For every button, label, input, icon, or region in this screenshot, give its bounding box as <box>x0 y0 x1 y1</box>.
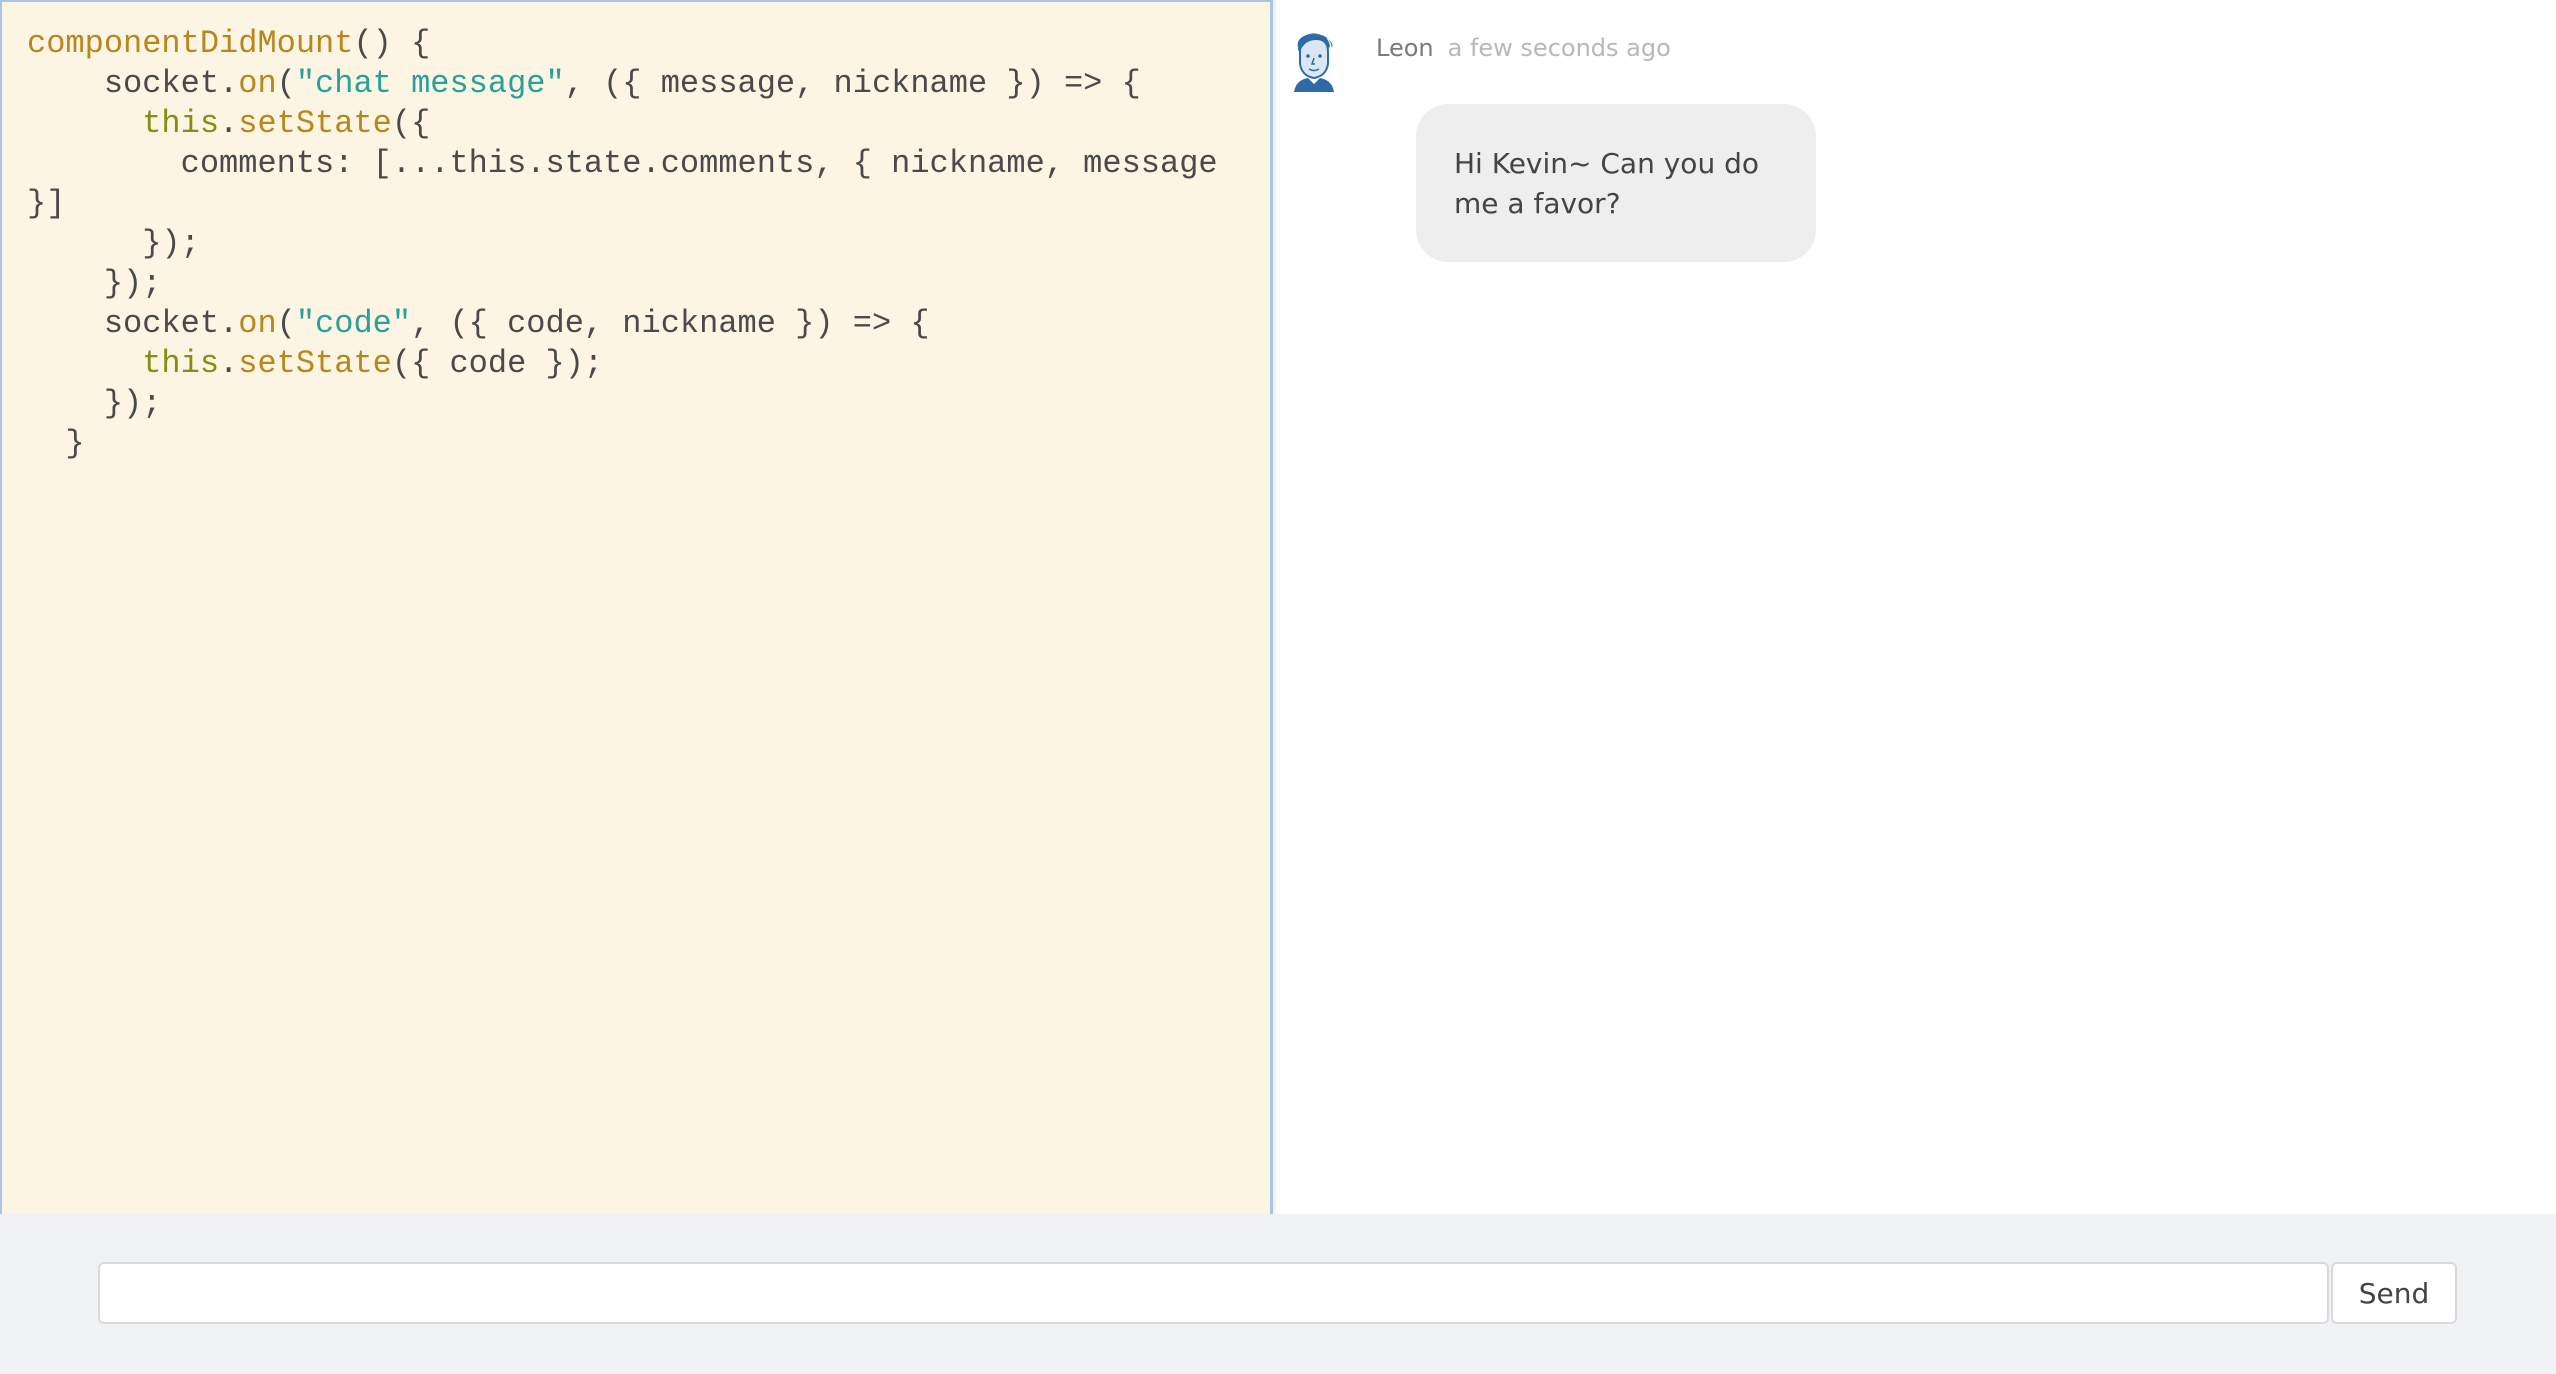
code-line: this.setState({ code }); <box>27 344 1270 384</box>
message-composer: Send <box>0 1214 2556 1374</box>
code-token: } <box>27 425 85 462</box>
message-author: Leon <box>1376 34 1434 62</box>
app-root: componentDidMount() { socket.on("chat me… <box>0 0 2556 1374</box>
code-line: this.setState({ <box>27 104 1270 144</box>
code-token: setState <box>238 105 392 142</box>
code-token: () { <box>353 25 431 62</box>
code-block[interactable]: componentDidMount() { socket.on("chat me… <box>27 24 1270 464</box>
code-token: }); <box>27 385 162 422</box>
code-token: on <box>238 305 277 342</box>
code-token: }); <box>27 225 200 262</box>
code-token: "code" <box>295 305 412 342</box>
chat-panel: Leon a few seconds ago Hi Kevin~ Can you … <box>1276 0 2556 1214</box>
code-token: comments: [...this.state.comments, { nic… <box>27 145 1218 182</box>
code-token: this <box>142 105 220 142</box>
code-token: this <box>142 345 220 382</box>
code-token: }] <box>27 185 66 222</box>
code-token: . <box>219 105 239 142</box>
code-line: socket.on("chat message", ({ message, ni… <box>27 64 1270 104</box>
code-line: componentDidMount() { <box>27 24 1270 64</box>
code-token: socket. <box>27 65 239 102</box>
code-token: setState <box>238 345 392 382</box>
message-meta: Leon a few seconds ago <box>1376 30 1671 66</box>
code-token: ({ <box>391 105 431 142</box>
user-avatar-icon <box>1286 28 1342 92</box>
message-bubble: Hi Kevin~ Can you do me a favor? <box>1416 104 1816 262</box>
code-token: ( <box>276 65 296 102</box>
code-editor[interactable]: componentDidMount() { socket.on("chat me… <box>0 0 1273 1214</box>
code-token: ( <box>276 305 296 342</box>
code-line: }); <box>27 224 1270 264</box>
code-token: componentDidMount <box>27 25 354 62</box>
code-token: , ({ code, nickname }) => { <box>411 305 930 342</box>
code-line: comments: [...this.state.comments, { nic… <box>27 144 1270 184</box>
code-line: }); <box>27 384 1270 424</box>
code-token: "chat message" <box>295 65 565 102</box>
send-button[interactable]: Send <box>2331 1262 2457 1324</box>
code-line: socket.on("code", ({ code, nickname }) =… <box>27 304 1270 344</box>
code-token: , ({ message, nickname }) => { <box>564 65 1141 102</box>
code-token: }); <box>27 265 162 302</box>
code-line: }); <box>27 264 1270 304</box>
code-token: on <box>238 65 277 102</box>
code-token: ({ code }); <box>391 345 604 382</box>
message-timestamp: a few seconds ago <box>1447 34 1671 62</box>
code-line: } <box>27 424 1270 464</box>
code-token: socket. <box>27 305 239 342</box>
code-token: . <box>219 345 239 382</box>
code-line: }] <box>27 184 1270 224</box>
message-input[interactable] <box>98 1262 2329 1324</box>
